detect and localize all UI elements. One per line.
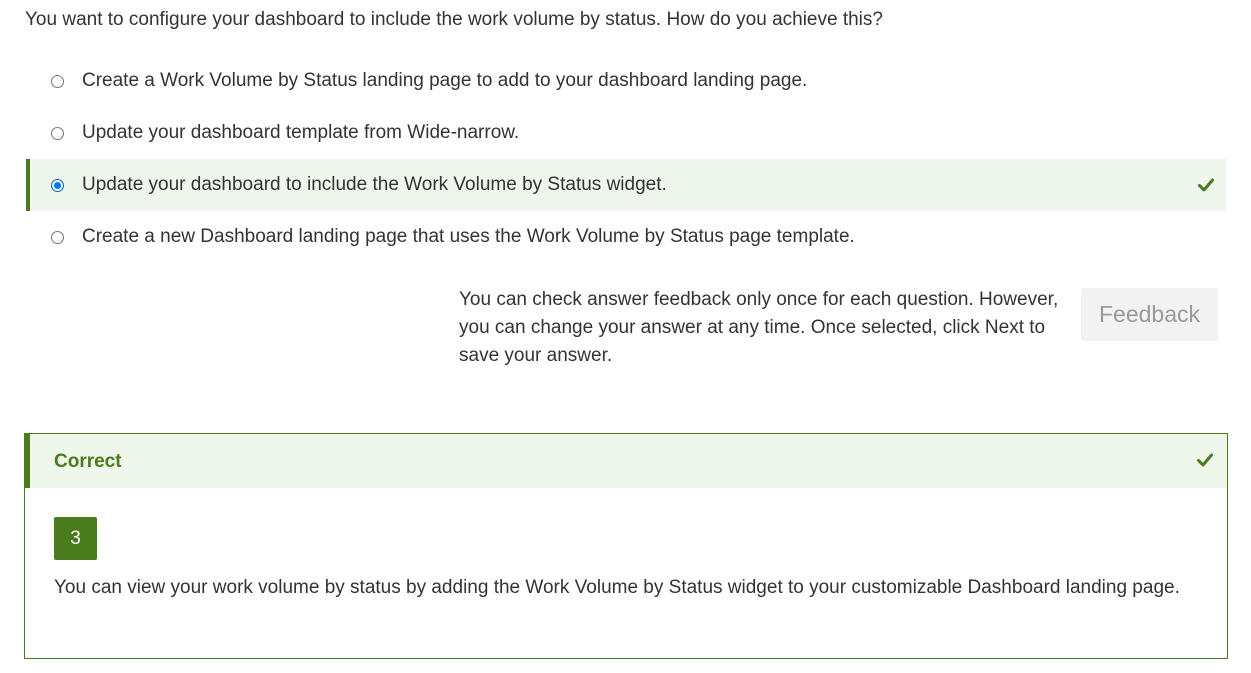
answer-option-4[interactable]: Create a new Dashboard landing page that… (26, 211, 1226, 263)
feedback-button[interactable]: Feedback (1081, 288, 1218, 341)
feedback-explanation: You can view your work volume by status … (54, 577, 1180, 598)
answer-option-2[interactable]: Update your dashboard template from Wide… (26, 107, 1226, 159)
feedback-info-text: You can check answer feedback only once … (459, 289, 1059, 366)
answer-option-label: Create a new Dashboard landing page that… (82, 226, 855, 247)
radio-button-1[interactable] (51, 74, 64, 88)
answer-option-label: Create a Work Volume by Status landing p… (82, 70, 808, 91)
correct-answer-badge: 3 (54, 517, 97, 560)
radio-button-4[interactable] (51, 230, 64, 244)
check-icon (1198, 178, 1214, 192)
radio-button-2[interactable] (51, 126, 64, 140)
feedback-panel-header[interactable]: Correct (25, 434, 1227, 488)
answer-option-label: Update your dashboard to include the Wor… (82, 174, 667, 195)
check-icon (1197, 453, 1213, 467)
answer-option-3[interactable]: Update your dashboard to include the Wor… (26, 159, 1226, 211)
answer-option-label: Update your dashboard template from Wide… (82, 122, 520, 143)
feedback-panel-title: Correct (54, 451, 122, 472)
question-text: You want to configure your dashboard to … (25, 9, 883, 30)
radio-button-3[interactable] (51, 178, 64, 192)
feedback-panel: Correct 3 You can view your work volume … (24, 433, 1228, 659)
answer-option-1[interactable]: Create a Work Volume by Status landing p… (26, 55, 1226, 107)
answer-options: Create a Work Volume by Status landing p… (26, 55, 1226, 263)
